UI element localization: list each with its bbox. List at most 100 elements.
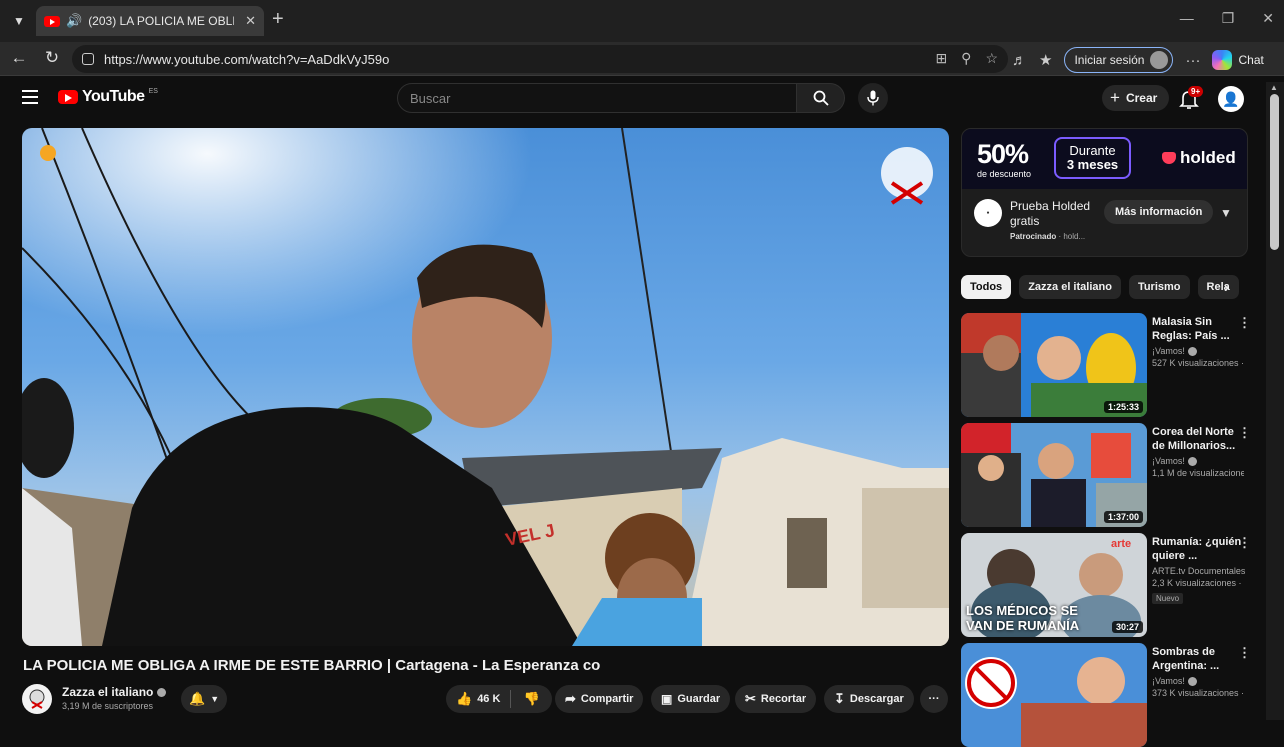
ad-title[interactable]: Prueba Holded gratis	[1010, 199, 1110, 229]
address-bar-icons: ⊞ ⚲ ☆	[935, 50, 998, 67]
video-channel: ¡Vamos!	[1152, 676, 1244, 686]
ad-expand-chevron-icon[interactable]: ▼	[1220, 206, 1232, 220]
address-bar[interactable]: https://www.youtube.com/watch?v=AaDdkVyJ…	[72, 45, 1008, 73]
ad-banner[interactable]: 50% de descuento Durante 3 meses holded	[962, 129, 1247, 189]
subscriber-count: 3,19 M de suscriptores	[62, 701, 154, 711]
new-tab-button[interactable]: +	[272, 8, 284, 31]
like-button[interactable]: 👍 46 K	[456, 691, 510, 707]
video-duration: 1:25:33	[1103, 401, 1143, 413]
verified-check-icon	[1187, 456, 1197, 466]
create-label: Crear	[1125, 91, 1158, 105]
ad-sponsored-label: Patrocinado	[1010, 232, 1057, 241]
chevron-down-icon: ▼	[210, 694, 220, 704]
recommended-video[interactable]: 1:37:00 Corea del Norte de Millonarios..…	[961, 423, 1251, 527]
download-button[interactable]: ↧ Descargar	[824, 685, 914, 713]
ad-more-info-button[interactable]: Más información	[1104, 200, 1214, 224]
youtube-header: YouTube ES + Crear 9+ 👤	[0, 76, 1266, 122]
channel-avatar[interactable]	[22, 684, 52, 714]
chip-channel[interactable]: Zazza el italiano	[1019, 275, 1121, 299]
video-thumbnail[interactable]: 1:25:33	[961, 313, 1147, 417]
subscription-bell-button[interactable]: 🔔 ▼	[181, 685, 228, 713]
copilot-chat-button[interactable]: Chat	[1212, 50, 1264, 70]
ad-domain: hold...	[1063, 232, 1086, 241]
recommended-video[interactable]: 1:25:33 Malasia Sin Reglas: País ... ¡Va…	[961, 313, 1251, 417]
recommended-video[interactable]: arte LOS MÉDICOS SE VAN DE RUMANÍA 30:27…	[961, 533, 1251, 637]
create-button[interactable]: + Crear	[1102, 85, 1170, 111]
more-menu-icon[interactable]: ···	[1185, 52, 1200, 69]
video-thumbnail[interactable]: 1:37:00	[961, 423, 1147, 527]
save-button[interactable]: ▣ Guardar	[651, 685, 731, 713]
favorites-icon[interactable]: ★	[1039, 51, 1052, 69]
video-thumbnail[interactable]: arte LOS MÉDICOS SE VAN DE RUMANÍA 30:27	[961, 533, 1147, 637]
clip-label: Recortar	[760, 693, 807, 705]
video-title-text[interactable]: Malasia Sin Reglas: País ...	[1152, 315, 1244, 343]
chip-turismo[interactable]: Turismo	[1128, 275, 1190, 299]
reload-icon[interactable]: ↻	[41, 48, 63, 68]
video-title-text[interactable]: Rumanía: ¿quién quiere ...	[1152, 535, 1244, 563]
dislike-button[interactable]: 👎	[511, 691, 551, 707]
tab-list-chevron-icon[interactable]: ▼	[8, 10, 30, 32]
clip-button[interactable]: ✂ Recortar	[735, 685, 817, 713]
signin-button[interactable]: Iniciar sesión	[1064, 47, 1174, 73]
restore-icon[interactable]: ❐	[1222, 10, 1235, 27]
advertiser-avatar[interactable]: ●	[974, 199, 1002, 227]
video-channel: ¡Vamos!	[1152, 456, 1244, 466]
video-views: 1,1 M de visualizaciones	[1152, 468, 1244, 478]
share-button[interactable]: ➦ Compartir	[555, 685, 644, 713]
search-input[interactable]	[397, 83, 798, 113]
chat-label: Chat	[1238, 53, 1264, 67]
microphone-icon	[867, 90, 879, 106]
profile-avatar-icon	[1150, 51, 1169, 69]
more-vertical-icon[interactable]: ⋮	[1238, 645, 1251, 661]
sponsored-ad-card[interactable]: 50% de descuento Durante 3 meses holded …	[961, 128, 1248, 257]
youtube-logo[interactable]: YouTube ES	[58, 88, 158, 106]
video-thumbnail[interactable]	[961, 643, 1147, 747]
chips-next-arrow-icon[interactable]: ›	[1224, 279, 1229, 295]
ad-durante-line2: 3 meses	[1066, 157, 1119, 172]
page-scrollbar[interactable]: ▲	[1266, 82, 1284, 720]
scrollbar-thumb[interactable]	[1270, 94, 1279, 250]
read-aloud-icon[interactable]: ♬	[1012, 52, 1027, 69]
tab-close-icon[interactable]: ✕	[245, 13, 256, 29]
channel-name-text: Zazza el italiano	[62, 685, 154, 699]
more-actions-button[interactable]: ···	[920, 685, 948, 713]
favorite-star-icon[interactable]: ☆	[985, 50, 998, 67]
more-vertical-icon[interactable]: ⋮	[1238, 315, 1251, 331]
zoom-icon[interactable]: ⚲	[961, 50, 971, 67]
save-label: Guardar	[677, 693, 721, 705]
scroll-up-arrow-icon[interactable]: ▲	[1270, 83, 1278, 92]
more-vertical-icon[interactable]: ⋮	[1238, 535, 1251, 551]
site-info-icon[interactable]	[82, 53, 94, 65]
filter-chips: Todos Zazza el italiano Turismo Rela	[961, 275, 1241, 299]
menu-hamburger-icon[interactable]	[22, 90, 38, 104]
voice-search-button[interactable]	[858, 83, 888, 113]
chip-related[interactable]: Rela	[1197, 275, 1239, 299]
search-button[interactable]	[797, 83, 845, 113]
user-avatar[interactable]: 👤	[1218, 86, 1244, 112]
video-channel: ¡Vamos!	[1152, 346, 1244, 356]
search-icon	[813, 90, 829, 106]
recommended-video[interactable]: Sombras de Argentina: ... ¡Vamos! 373 K …	[961, 643, 1251, 747]
video-frame: VEL J	[22, 128, 949, 646]
window-close-icon[interactable]: ✕	[1262, 10, 1274, 27]
video-info: Malasia Sin Reglas: País ... ¡Vamos! 527…	[1152, 315, 1244, 368]
minimize-icon[interactable]: —	[1180, 10, 1194, 27]
video-title-text[interactable]: Corea del Norte de Millonarios...	[1152, 425, 1244, 453]
url-text[interactable]: https://www.youtube.com/watch?v=AaDdkVyJ…	[104, 52, 389, 67]
channel-name[interactable]: Zazza el italiano	[62, 685, 167, 699]
browser-right-tools: ♬ ★ Iniciar sesión ··· Chat	[1012, 47, 1264, 73]
browser-tabbar: ▼ 🔊 (203) LA POLICIA ME OBLIGA ✕ + — ❐ ✕	[0, 0, 1284, 42]
speaker-icon[interactable]: 🔊	[66, 13, 82, 29]
app-available-icon[interactable]: ⊞	[935, 50, 947, 67]
plus-icon: +	[1110, 88, 1120, 107]
chip-todos[interactable]: Todos	[961, 275, 1012, 299]
browser-tab-active[interactable]: 🔊 (203) LA POLICIA ME OBLIGA ✕	[36, 6, 264, 36]
new-badge: Nuevo	[1152, 593, 1184, 604]
video-title-text[interactable]: Sombras de Argentina: ...	[1152, 645, 1244, 673]
back-arrow-icon[interactable]: ←	[8, 48, 30, 68]
ad-durante-line1: Durante	[1069, 143, 1116, 158]
video-player[interactable]: VEL J	[22, 128, 949, 646]
channel-text: ¡Vamos!	[1152, 456, 1185, 466]
more-vertical-icon[interactable]: ⋮	[1238, 425, 1251, 441]
channel-row: Zazza el italiano 3,19 M de suscriptores…	[22, 682, 949, 720]
